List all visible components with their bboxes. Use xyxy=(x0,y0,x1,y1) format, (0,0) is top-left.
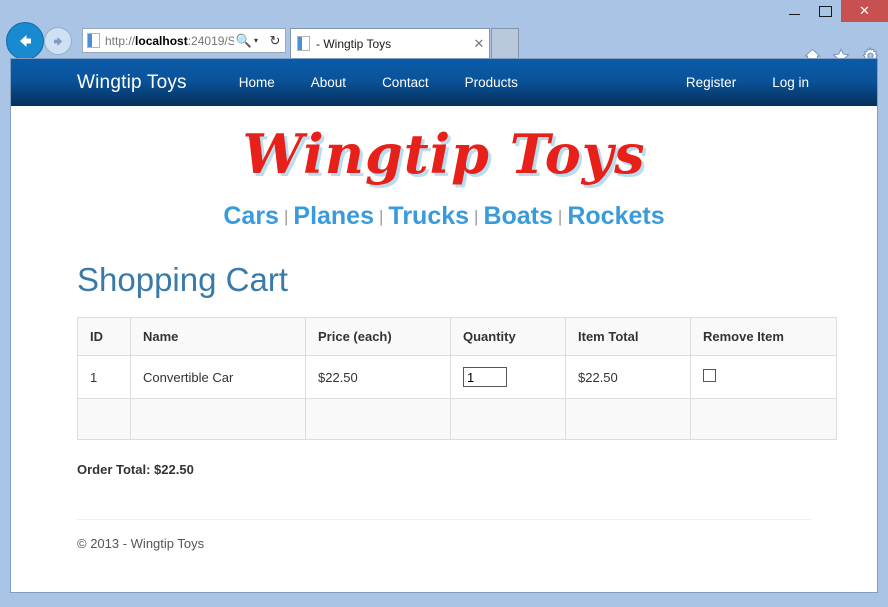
nav-link-register[interactable]: Register xyxy=(668,75,754,90)
page-body: Wingtip Toys Cars|Planes|Trucks|Boats|Ro… xyxy=(11,122,877,551)
category-separator: | xyxy=(374,207,388,226)
cell-remove xyxy=(691,356,837,399)
maximize-button[interactable] xyxy=(810,0,841,22)
back-arrow-icon xyxy=(15,31,35,51)
site-navbar: Wingtip Toys Home About Contact Products… xyxy=(11,59,877,106)
refresh-icon[interactable]: ↻ xyxy=(265,33,285,49)
cell-empty xyxy=(306,399,451,440)
address-bar[interactable]: http://localhost:24019/S 🔍 ▾ ↻ xyxy=(82,28,286,53)
nav-link-home[interactable]: Home xyxy=(221,75,293,90)
maximize-icon xyxy=(819,6,832,17)
category-link-planes[interactable]: Planes xyxy=(293,202,374,230)
cell-id: 1 xyxy=(78,356,131,399)
table-row: 1 Convertible Car $22.50 $22.50 xyxy=(78,356,837,399)
nav-link-contact[interactable]: Contact xyxy=(364,75,447,90)
tab-favicon-icon xyxy=(297,36,311,51)
column-header-item-total: Item Total xyxy=(566,318,691,356)
order-total: Order Total: $22.50 xyxy=(77,462,821,477)
account-nav: Register Log in xyxy=(668,75,827,90)
window-controls: ✕ xyxy=(779,0,888,22)
category-link-rockets[interactable]: Rockets xyxy=(567,202,664,230)
cell-empty xyxy=(451,399,566,440)
cell-empty xyxy=(691,399,837,440)
nav-link-products[interactable]: Products xyxy=(447,75,536,90)
forward-arrow-icon xyxy=(51,34,66,49)
nav-link-login[interactable]: Log in xyxy=(754,75,827,90)
cell-item-total: $22.50 xyxy=(566,356,691,399)
table-header-row: ID Name Price (each) Quantity Item Total… xyxy=(78,318,837,356)
browser-window: ✕ http://localhost:24019/S 🔍 ▾ ↻ - Wingt… xyxy=(0,0,888,607)
shopping-cart-table: ID Name Price (each) Quantity Item Total… xyxy=(77,317,837,440)
title-bar: ✕ xyxy=(0,0,888,22)
page-favicon-icon xyxy=(87,33,101,48)
cell-name: Convertible Car xyxy=(131,356,306,399)
tab-title: - Wingtip Toys xyxy=(316,37,469,51)
cell-quantity xyxy=(451,356,566,399)
footer-divider xyxy=(77,519,811,520)
cell-empty xyxy=(78,399,131,440)
search-icon[interactable]: 🔍 xyxy=(234,33,254,49)
category-separator: | xyxy=(279,207,293,226)
table-footer-row xyxy=(78,399,837,440)
minimize-button[interactable] xyxy=(779,0,810,22)
footer-copyright: © 2013 - Wingtip Toys xyxy=(77,536,821,551)
close-button[interactable]: ✕ xyxy=(841,0,888,22)
nav-link-about[interactable]: About xyxy=(293,75,364,90)
category-separator: | xyxy=(553,207,567,226)
category-separator: | xyxy=(469,207,483,226)
column-header-remove-item: Remove Item xyxy=(691,318,837,356)
forward-button[interactable] xyxy=(44,27,72,55)
category-link-cars[interactable]: Cars xyxy=(223,202,279,230)
page-title: Shopping Cart xyxy=(77,261,821,299)
tab-wingtip-toys[interactable]: - Wingtip Toys ✕ xyxy=(290,28,490,58)
category-link-boats[interactable]: Boats xyxy=(483,202,552,230)
page-content: Wingtip Toys Home About Contact Products… xyxy=(10,58,878,593)
back-button[interactable] xyxy=(6,22,44,60)
column-header-quantity: Quantity xyxy=(451,318,566,356)
cell-empty xyxy=(566,399,691,440)
cell-empty xyxy=(131,399,306,440)
close-tab-icon[interactable]: ✕ xyxy=(469,36,489,52)
minimize-icon xyxy=(789,14,800,15)
column-header-price: Price (each) xyxy=(306,318,451,356)
browser-toolbar: http://localhost:24019/S 🔍 ▾ ↻ - Wingtip… xyxy=(0,22,888,58)
address-text: http://localhost:24019/S xyxy=(105,34,234,48)
quantity-input[interactable] xyxy=(463,367,507,387)
chevron-down-icon[interactable]: ▾ xyxy=(254,36,265,45)
new-tab-button[interactable] xyxy=(491,28,519,58)
cell-price: $22.50 xyxy=(306,356,451,399)
site-logo: Wingtip Toys xyxy=(67,122,821,186)
category-links: Cars|Planes|Trucks|Boats|Rockets xyxy=(67,202,821,231)
primary-nav: Home About Contact Products xyxy=(221,75,536,90)
site-brand-link[interactable]: Wingtip Toys xyxy=(77,72,187,94)
column-header-id: ID xyxy=(78,318,131,356)
remove-item-checkbox[interactable] xyxy=(703,369,716,382)
category-link-trucks[interactable]: Trucks xyxy=(388,202,469,230)
column-header-name: Name xyxy=(131,318,306,356)
